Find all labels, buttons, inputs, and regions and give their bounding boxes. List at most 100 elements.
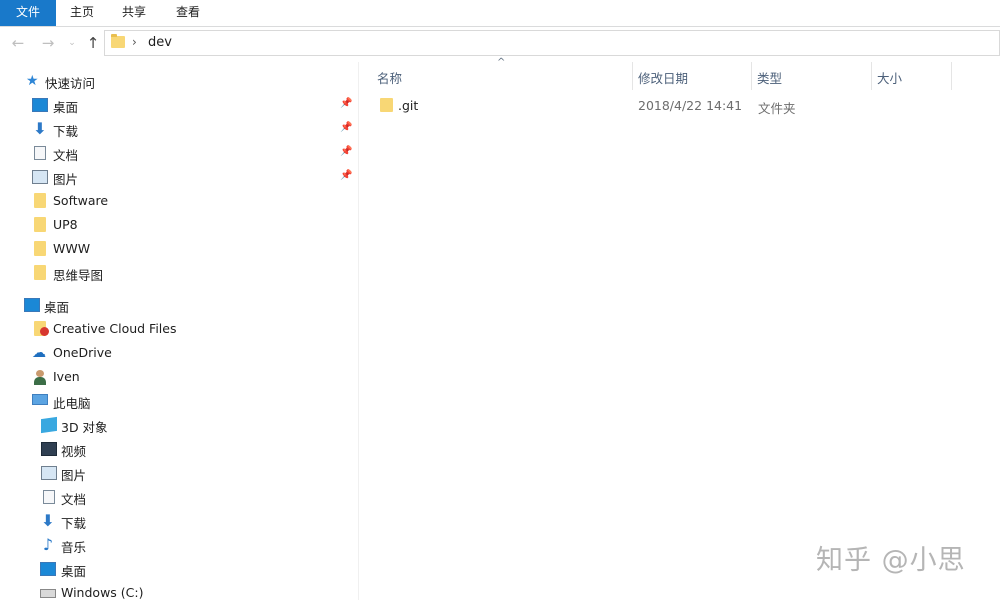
nav-item-onedrive[interactable]: ☁ OneDrive	[0, 342, 358, 364]
nav-item-desktop[interactable]: 桌面 📌	[0, 94, 358, 116]
nav-item-videos[interactable]: 视频	[0, 438, 358, 460]
column-header-label: 修改日期	[638, 71, 689, 86]
music-icon: ♪	[42, 535, 54, 554]
folder-icon	[34, 241, 46, 256]
column-header-label: 名称	[377, 71, 403, 86]
drive-icon	[40, 589, 56, 598]
nav-item-software[interactable]: Software	[0, 190, 358, 212]
up-arrow-icon[interactable]: ↑	[85, 35, 101, 51]
column-header-modified[interactable]: 修改日期	[632, 62, 751, 90]
nav-label: Creative Cloud Files	[53, 321, 177, 336]
nav-item-user[interactable]: Iven	[0, 366, 358, 388]
nav-label: Software	[53, 193, 109, 208]
forward-arrow-icon[interactable]: →	[40, 35, 56, 51]
column-header-label: 大小	[877, 71, 903, 86]
pictures-icon	[41, 466, 57, 480]
folder-icon	[380, 98, 393, 112]
nav-item-pictures[interactable]: 图片 📌	[0, 166, 358, 188]
nav-item-creative-cloud[interactable]: Creative Cloud Files	[0, 318, 358, 340]
nav-label: 思维导图	[53, 268, 104, 283]
nav-label: OneDrive	[53, 345, 112, 360]
creative-cloud-folder-icon	[34, 321, 49, 336]
file-row[interactable]: .git 2018/4/22 14:41 文件夹	[362, 94, 962, 116]
download-icon: ⬇	[33, 119, 47, 138]
nav-item-pc-documents[interactable]: 文档	[0, 486, 358, 508]
nav-label: 下载	[61, 516, 87, 531]
address-row: ← → ⌄ ↑ › dev	[0, 27, 1000, 61]
nav-label: 图片	[53, 172, 79, 187]
pin-icon[interactable]: 📌	[340, 170, 352, 182]
recent-locations-dropdown-icon[interactable]: ⌄	[67, 35, 77, 51]
column-divider[interactable]	[951, 62, 952, 90]
nav-item-pc-downloads[interactable]: ⬇ 下载	[0, 510, 358, 532]
nav-label: 桌面	[53, 100, 79, 115]
back-arrow-icon[interactable]: ←	[10, 35, 26, 51]
pin-icon[interactable]: 📌	[340, 98, 352, 110]
tab-share[interactable]: 共享	[110, 0, 158, 26]
desktop-icon	[40, 562, 56, 576]
folder-icon	[34, 265, 46, 280]
nav-item-up8[interactable]: UP8	[0, 214, 358, 236]
tab-home[interactable]: 主页	[58, 0, 106, 26]
nav-item-downloads[interactable]: ⬇ 下载 📌	[0, 118, 358, 140]
tab-file[interactable]: 文件	[0, 0, 56, 26]
nav-label: WWW	[53, 241, 91, 256]
nav-item-music[interactable]: ♪ 音乐	[0, 534, 358, 556]
star-icon: ★	[26, 73, 39, 89]
watermark: 知乎 @小思	[816, 545, 966, 576]
nav-label: 3D 对象	[61, 420, 108, 435]
document-icon	[34, 146, 46, 160]
nav-label: 视频	[61, 444, 87, 459]
file-name: .git	[398, 98, 419, 113]
nav-item-pc-desktop[interactable]: 桌面	[0, 558, 358, 580]
nav-label: 文档	[53, 148, 79, 163]
nav-desktop-root[interactable]: 桌面	[0, 294, 358, 316]
navigation-pane: ★ 快速访问 桌面 📌 ⬇ 下载 📌 文档 📌 图片 📌 Software UP…	[0, 62, 358, 600]
address-bar[interactable]: › dev	[104, 30, 1000, 56]
nav-label: 音乐	[61, 540, 87, 555]
tab-view[interactable]: 查看	[162, 0, 214, 26]
column-header-label: 类型	[757, 71, 783, 86]
video-icon	[41, 442, 57, 456]
nav-label: 快速访问	[45, 76, 96, 91]
nav-label: 桌面	[61, 564, 87, 579]
desktop-icon	[32, 98, 48, 112]
nav-item-www[interactable]: WWW	[0, 238, 358, 260]
nav-label: 文档	[61, 492, 87, 507]
nav-item-documents[interactable]: 文档 📌	[0, 142, 358, 164]
file-modified: 2018/4/22 14:41	[638, 98, 743, 113]
file-type: 文件夹	[758, 101, 796, 116]
nav-quick-access[interactable]: ★ 快速访问	[0, 70, 358, 92]
document-icon	[43, 490, 55, 504]
nav-item-drive-c[interactable]: Windows (C:)	[0, 582, 358, 604]
column-header-type[interactable]: 类型	[751, 62, 871, 90]
nav-label: 桌面	[44, 300, 70, 315]
folder-icon	[34, 193, 46, 208]
nav-item-this-pc[interactable]: 此电脑	[0, 390, 358, 412]
nav-label: Windows (C:)	[61, 585, 144, 600]
folder-icon	[34, 217, 46, 232]
nav-label: 下载	[53, 124, 79, 139]
this-pc-icon	[32, 394, 48, 405]
nav-item-3d-objects[interactable]: 3D 对象	[0, 414, 358, 436]
pane-divider[interactable]	[358, 62, 359, 600]
nav-label: UP8	[53, 217, 78, 232]
3d-objects-icon	[41, 416, 57, 434]
pin-icon[interactable]: 📌	[340, 146, 352, 158]
breadcrumb-dev[interactable]: dev	[148, 35, 172, 50]
pictures-icon	[32, 170, 48, 184]
desktop-icon	[24, 298, 40, 312]
nav-label: 图片	[61, 468, 87, 483]
nav-item-mindmap[interactable]: 思维导图	[0, 262, 358, 284]
folder-icon	[111, 34, 125, 48]
download-icon: ⬇	[41, 511, 55, 530]
ribbon-tabs: 文件 主页 共享 查看	[0, 0, 1000, 27]
nav-label: Iven	[53, 369, 80, 384]
nav-item-pc-pictures[interactable]: 图片	[0, 462, 358, 484]
onedrive-icon: ☁	[32, 345, 46, 361]
column-header-size[interactable]: 大小	[871, 62, 951, 90]
column-header-name[interactable]: 名称	[370, 62, 632, 90]
breadcrumb-separator-icon[interactable]: ›	[132, 35, 137, 49]
nav-label: 此电脑	[53, 396, 91, 411]
pin-icon[interactable]: 📌	[340, 122, 352, 134]
